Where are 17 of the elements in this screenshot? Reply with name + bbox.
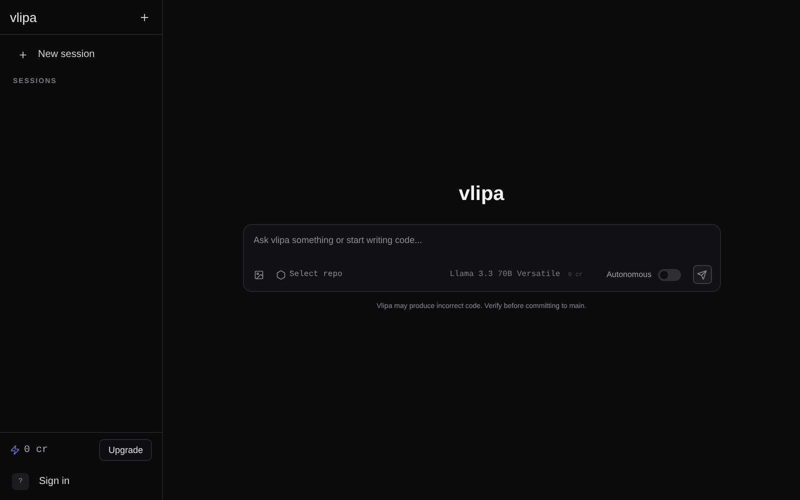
repo-select[interactable]: Select repo bbox=[276, 270, 342, 280]
send-button[interactable] bbox=[692, 265, 712, 284]
credits-label: 0 cr bbox=[10, 444, 48, 456]
lightning-icon bbox=[10, 445, 20, 455]
autonomous-toggle[interactable] bbox=[658, 268, 680, 280]
model-select[interactable]: Llama 3.3 70B Versatile bbox=[450, 270, 560, 279]
page-title: vlipa bbox=[458, 183, 504, 206]
prompt-field[interactable]: Ask vlipa something or start writing code... bbox=[254, 233, 712, 247]
add-button[interactable] bbox=[139, 12, 150, 22]
plus-icon bbox=[18, 50, 28, 60]
image-button[interactable] bbox=[254, 270, 264, 280]
upgrade-button[interactable]: Upgrade bbox=[99, 439, 152, 461]
app-name: vlipa bbox=[10, 10, 37, 24]
hexagon-icon bbox=[276, 270, 286, 280]
autonomous-label: Autonomous bbox=[606, 270, 652, 279]
send-icon bbox=[697, 270, 707, 280]
new-session-button[interactable]: New session bbox=[8, 45, 154, 64]
